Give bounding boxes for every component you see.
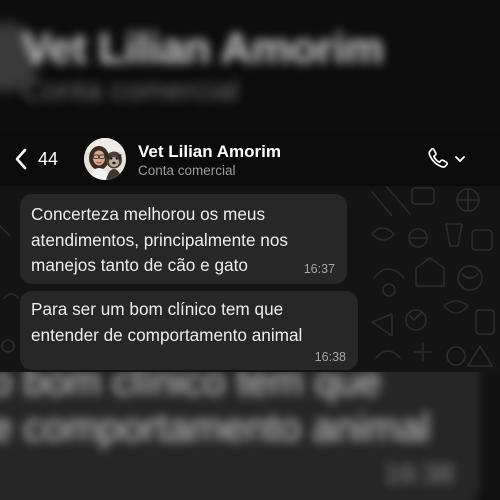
blurred-message-line: o bom clínico tem que — [0, 372, 382, 404]
message-text: Concerteza melhorou os meus atendimentos… — [31, 204, 289, 275]
blurred-header-background: Vet Lilian Amorim Conta comercial — [0, 0, 500, 132]
contact-name[interactable]: Vet Lilian Amorim — [138, 142, 281, 162]
chevron-left-icon — [14, 148, 28, 170]
chat-window: 44 Vet Lilian Amorim Conta comercial Con… — [0, 132, 500, 372]
blurred-message-line: e comportamento animal — [0, 406, 431, 450]
blurred-message-time: 16:38 — [383, 458, 454, 489]
phone-icon — [426, 146, 452, 175]
unread-count: 44 — [38, 148, 59, 169]
blurred-message-background: o bom clínico tem que e comportamento an… — [0, 372, 500, 500]
message-bubble[interactable]: Para ser um bom clínico tem que entender… — [20, 291, 358, 370]
back-button[interactable]: 44 — [14, 146, 58, 172]
message-bubble[interactable]: Concerteza melhorou os meus atendimentos… — [20, 194, 347, 284]
contact-subtitle: Conta comercial — [138, 163, 236, 178]
screenshot-stage: Vet Lilian Amorim Conta comercial 44 Vet… — [0, 0, 500, 500]
blurred-contact-subtitle: Conta comercial — [22, 74, 239, 107]
chat-header: 44 Vet Lilian Amorim Conta comercial — [0, 132, 500, 186]
message-time: 16:38 — [314, 350, 346, 364]
call-button[interactable] — [426, 146, 470, 175]
chevron-down-icon — [454, 151, 466, 169]
message-time: 16:37 — [303, 262, 335, 276]
blurred-contact-name: Vet Lilian Amorim — [22, 24, 384, 73]
avatar[interactable] — [84, 138, 126, 180]
message-list[interactable]: Concerteza melhorou os meus atendimentos… — [0, 186, 500, 372]
message-text: Para ser um bom clínico tem que entender… — [31, 299, 303, 345]
